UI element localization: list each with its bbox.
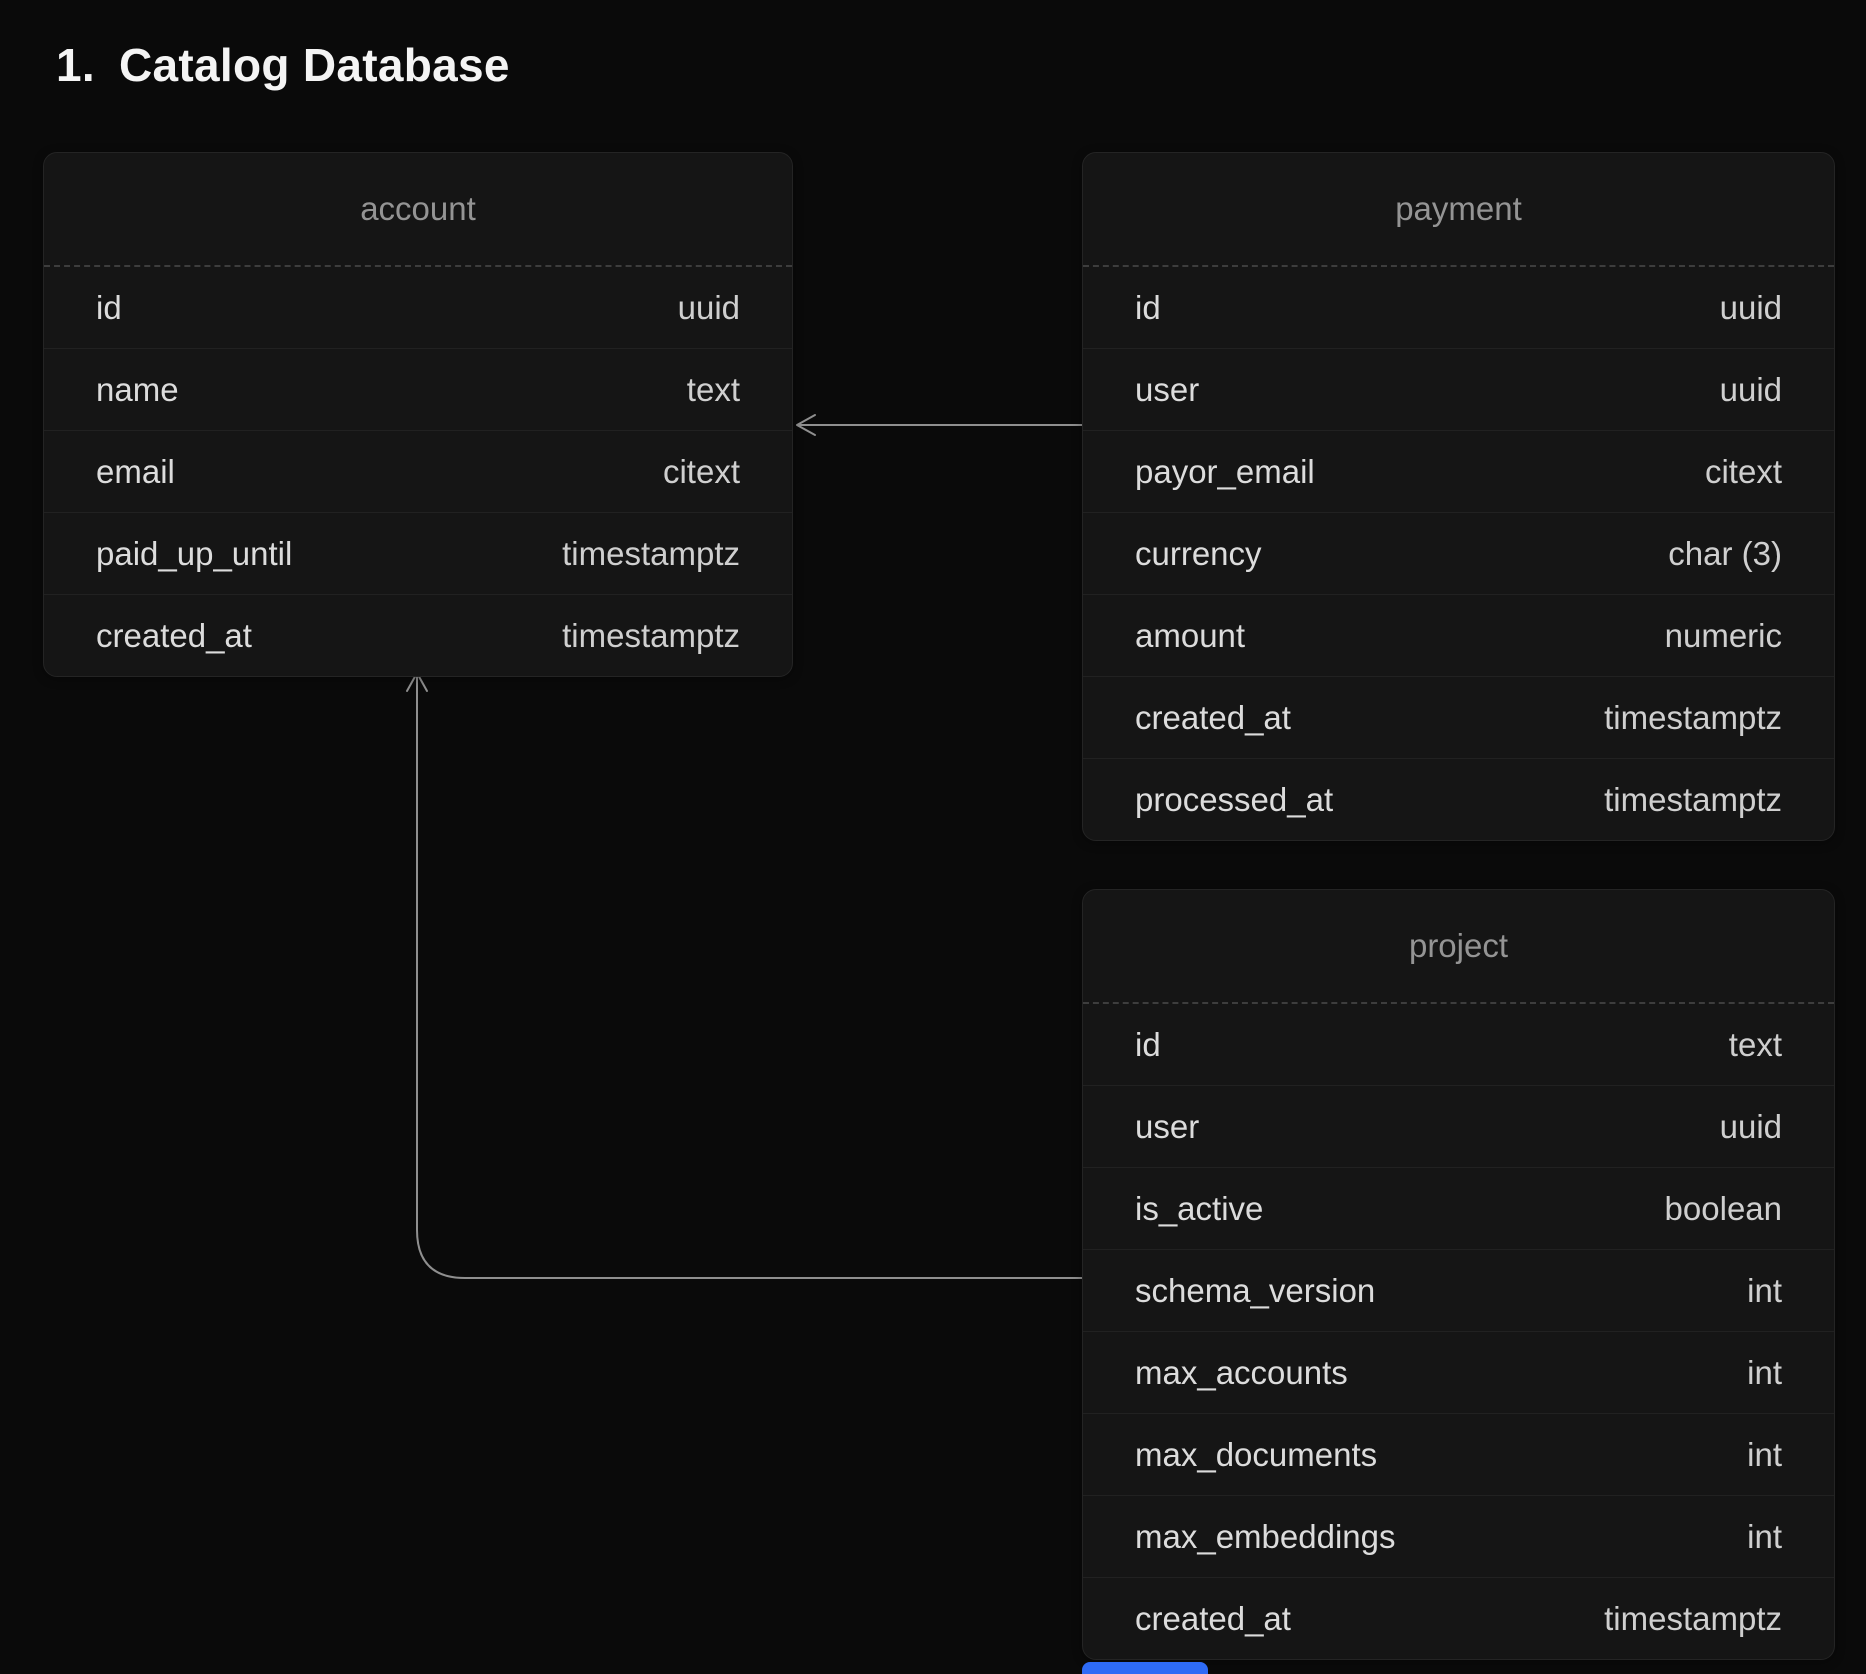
field-type: uuid bbox=[1720, 1108, 1782, 1146]
field-type: timestamptz bbox=[1604, 781, 1782, 819]
table-row: id uuid bbox=[44, 267, 792, 348]
table-row: max_accounts int bbox=[1083, 1331, 1834, 1413]
table-row: user uuid bbox=[1083, 1085, 1834, 1167]
field-type: text bbox=[687, 371, 740, 409]
diagram-canvas: 1. Catalog Database account id uuid name… bbox=[0, 0, 1866, 1674]
table-row: created_at timestamptz bbox=[1083, 676, 1834, 758]
table-node-payment[interactable]: payment id uuid user uuid payor_email ci… bbox=[1082, 152, 1835, 841]
table-row: currency char (3) bbox=[1083, 512, 1834, 594]
field-type: text bbox=[1729, 1026, 1782, 1064]
cropped-blue-element bbox=[1082, 1662, 1208, 1674]
table-row: amount numeric bbox=[1083, 594, 1834, 676]
field-type: numeric bbox=[1665, 617, 1782, 655]
field-name: processed_at bbox=[1135, 781, 1333, 819]
table-row: id uuid bbox=[1083, 267, 1834, 348]
field-type: timestamptz bbox=[1604, 699, 1782, 737]
field-type: int bbox=[1747, 1272, 1782, 1310]
field-type: int bbox=[1747, 1518, 1782, 1556]
field-type: timestamptz bbox=[1604, 1600, 1782, 1638]
field-type: timestamptz bbox=[562, 535, 740, 573]
field-name: max_embeddings bbox=[1135, 1518, 1396, 1556]
field-name: currency bbox=[1135, 535, 1262, 573]
field-type: uuid bbox=[1720, 371, 1782, 409]
field-name: amount bbox=[1135, 617, 1245, 655]
field-type: uuid bbox=[678, 289, 740, 327]
field-type: int bbox=[1747, 1436, 1782, 1474]
page-title: 1. Catalog Database bbox=[56, 38, 510, 92]
field-name: email bbox=[96, 453, 175, 491]
table-row: created_at timestamptz bbox=[44, 594, 792, 676]
field-type: uuid bbox=[1720, 289, 1782, 327]
table-row: user uuid bbox=[1083, 348, 1834, 430]
field-name: user bbox=[1135, 371, 1199, 409]
table-row: is_active boolean bbox=[1083, 1167, 1834, 1249]
table-row: paid_up_until timestamptz bbox=[44, 512, 792, 594]
table-row: schema_version int bbox=[1083, 1249, 1834, 1331]
field-name: max_accounts bbox=[1135, 1354, 1348, 1392]
table-title-account: account bbox=[44, 153, 792, 267]
table-row: email citext bbox=[44, 430, 792, 512]
table-row: max_documents int bbox=[1083, 1413, 1834, 1495]
field-name: max_documents bbox=[1135, 1436, 1377, 1474]
field-name: payor_email bbox=[1135, 453, 1315, 491]
field-name: id bbox=[1135, 289, 1161, 327]
table-row: name text bbox=[44, 348, 792, 430]
field-name: schema_version bbox=[1135, 1272, 1375, 1310]
table-title-project: project bbox=[1083, 890, 1834, 1004]
field-name: id bbox=[96, 289, 122, 327]
field-name: created_at bbox=[1135, 699, 1291, 737]
field-name: paid_up_until bbox=[96, 535, 292, 573]
field-type: char (3) bbox=[1668, 535, 1782, 573]
field-type: timestamptz bbox=[562, 617, 740, 655]
field-name: id bbox=[1135, 1026, 1161, 1064]
table-row: payor_email citext bbox=[1083, 430, 1834, 512]
field-type: citext bbox=[1705, 453, 1782, 491]
table-row: max_embeddings int bbox=[1083, 1495, 1834, 1577]
page-title-text: Catalog Database bbox=[119, 38, 510, 92]
field-name: created_at bbox=[1135, 1600, 1291, 1638]
field-type: boolean bbox=[1665, 1190, 1782, 1228]
field-name: created_at bbox=[96, 617, 252, 655]
page-title-number: 1. bbox=[56, 38, 95, 92]
table-row: created_at timestamptz bbox=[1083, 1577, 1834, 1659]
table-node-project[interactable]: project id text user uuid is_active bool… bbox=[1082, 889, 1835, 1660]
field-name: user bbox=[1135, 1108, 1199, 1146]
field-name: is_active bbox=[1135, 1190, 1263, 1228]
edge-project-to-account bbox=[417, 676, 1082, 1278]
table-row: id text bbox=[1083, 1004, 1834, 1085]
field-name: name bbox=[96, 371, 179, 409]
table-node-account[interactable]: account id uuid name text email citext p… bbox=[43, 152, 793, 677]
table-title-payment: payment bbox=[1083, 153, 1834, 267]
field-type: int bbox=[1747, 1354, 1782, 1392]
field-type: citext bbox=[663, 453, 740, 491]
table-row: processed_at timestamptz bbox=[1083, 758, 1834, 840]
